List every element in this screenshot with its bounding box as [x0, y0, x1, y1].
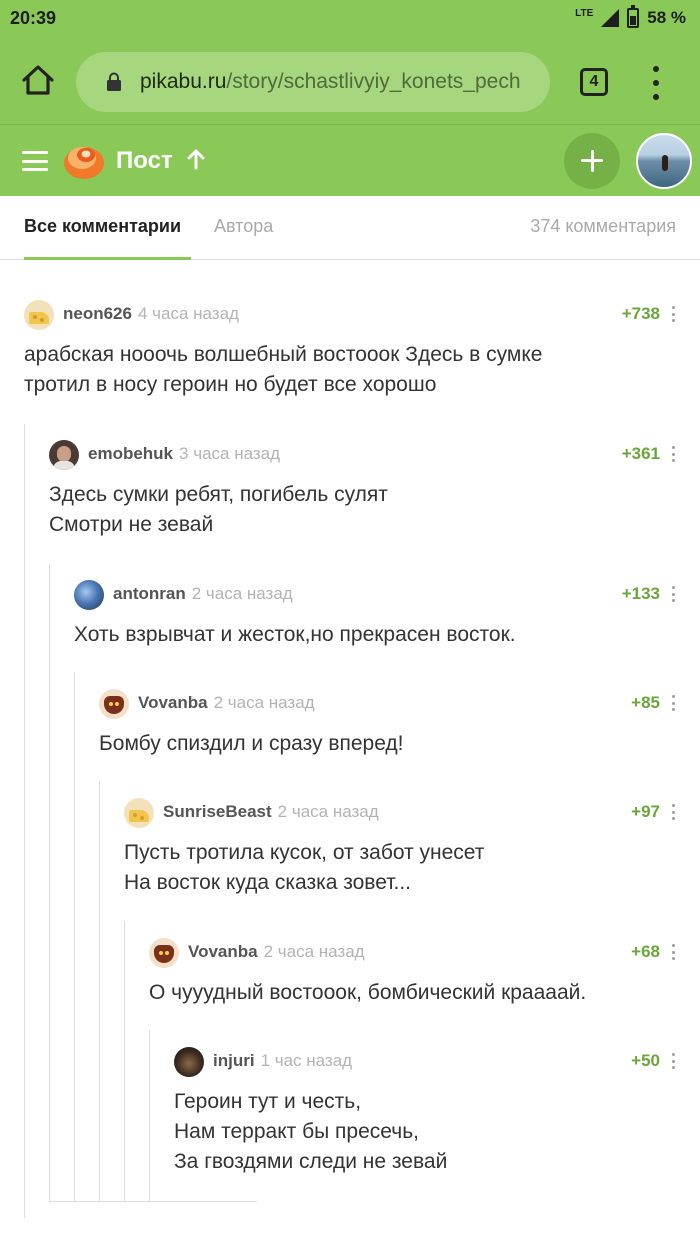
comment-rating: +738 [621, 304, 660, 323]
comment-avatar[interactable] [49, 440, 79, 470]
more-vertical-icon[interactable] [650, 66, 662, 100]
comment: neon626 4 часа назад +738 арабская нооочь… [24, 300, 676, 396]
url-domain: pikabu.ru [140, 70, 227, 93]
network-type: LTE [575, 7, 594, 19]
comment-time: 3 часа назад [179, 444, 281, 463]
comment-text: О чууудный востооок, бомбический краааай… [149, 981, 587, 1004]
thread-line [149, 1030, 150, 1202]
comment-text: арабская нооочь волшебный востооок Здесь… [24, 343, 543, 396]
comment-rating: +50 [631, 1051, 660, 1070]
address-bar[interactable]: pikabu.ru/story/schastlivyiy_konets_pech [76, 52, 550, 112]
comment-author[interactable]: SunriseBeast 2 часа назад [163, 802, 379, 822]
comment-avatar[interactable] [24, 300, 54, 330]
status-time: 20:39 [10, 8, 57, 28]
comment-menu-icon[interactable] [672, 446, 676, 462]
comment-menu-icon[interactable] [672, 586, 676, 602]
pikabu-logo-icon[interactable] [62, 139, 106, 181]
comment: antonran 2 часа назад +133 Хоть взрывчат … [74, 580, 676, 646]
comment-text: Пусть тротила кусок, от забот унесет На … [124, 841, 485, 894]
active-tab-indicator [24, 257, 191, 260]
comment-time: 2 часа назад [191, 584, 293, 603]
comment-avatar[interactable] [99, 689, 129, 719]
browser-toolbar: pikabu.ru/story/schastlivyiy_konets_pech… [0, 40, 700, 124]
comment-author[interactable]: antonran 2 часа назад [113, 584, 293, 604]
comment-avatar[interactable] [124, 798, 154, 828]
comment: emobehuk 3 часа назад +361 Здесь сумки ре… [49, 440, 676, 536]
add-post-button[interactable] [564, 133, 620, 189]
thread-line [49, 564, 50, 1202]
app-header: Пост [0, 124, 700, 196]
tab-author-comments[interactable]: Автора [214, 216, 273, 237]
comment: Vovanba 2 часа назад +68 О чууудный восто… [149, 938, 676, 1004]
comment-rating: +361 [621, 444, 660, 463]
comment-rating: +97 [631, 802, 660, 821]
hamburger-menu-icon[interactable] [22, 151, 48, 171]
comment-author[interactable]: injuri 1 час назад [213, 1051, 352, 1071]
comment-rating: +133 [621, 584, 660, 603]
thread-line [124, 921, 125, 1202]
comment-avatar[interactable] [149, 938, 179, 968]
comment-menu-icon[interactable] [672, 306, 676, 322]
comment-menu-icon[interactable] [672, 1053, 676, 1069]
home-icon[interactable] [20, 62, 56, 98]
comment-menu-icon[interactable] [672, 804, 676, 820]
user-avatar[interactable] [636, 133, 692, 189]
comments-count: 374 комментария [530, 216, 676, 236]
comment: SunriseBeast 2 часа назад +97 Пусть троти… [124, 798, 676, 894]
comment-rating: +68 [631, 942, 660, 961]
url-path: /story/schastlivyiy_konets_pech [226, 70, 521, 93]
comment-avatar[interactable] [174, 1047, 204, 1077]
lock-icon [107, 72, 121, 91]
comment-time: 4 часа назад [137, 304, 239, 323]
thread-line [74, 672, 75, 1202]
url-text: pikabu.ru/story/schastlivyiy_konets_pech [140, 70, 540, 94]
comment-author[interactable]: emobehuk 3 часа назад [88, 444, 280, 464]
thread-end-line [49, 1201, 257, 1202]
battery-level: 58 % [647, 8, 686, 27]
battery-icon [627, 5, 640, 28]
comment-text: Здесь сумки ребят, погибель сулят Смотри… [49, 483, 388, 536]
arrow-up-icon[interactable] [186, 147, 206, 171]
comment-rating: +85 [631, 693, 660, 712]
comment-text: Бомбу спиздил и сразу вперед! [99, 732, 404, 755]
tab-all-comments[interactable]: Все комментарии [24, 216, 181, 237]
comment: injuri 1 час назад +50 Героин тут и честь… [174, 1047, 676, 1173]
comment-text: Героин тут и честь, Нам терракт бы пресе… [174, 1090, 448, 1173]
comment-time: 2 часа назад [277, 802, 379, 821]
tab-switcher-button[interactable]: 4 [580, 68, 608, 96]
comment-avatar[interactable] [74, 580, 104, 610]
comments-tabs: Все комментарии Автора 374 комментария [0, 196, 700, 260]
comment: Vovanba 2 часа назад +85 Бомбу спиздил и … [99, 689, 676, 755]
signal-icon [601, 9, 620, 27]
comment-text: Хоть взрывчат и жесток,но прекрасен вост… [74, 623, 516, 646]
comment-time: 2 часа назад [263, 942, 365, 961]
comment-author[interactable]: Vovanba 2 часа назад [188, 942, 365, 962]
page-title: Пост [116, 147, 173, 174]
status-bar: 20:39 LTE 58 % [0, 0, 700, 40]
comment-time: 1 час назад [260, 1051, 353, 1070]
comment-author[interactable]: Vovanba 2 часа назад [138, 693, 315, 713]
comment-menu-icon[interactable] [672, 944, 676, 960]
comment-menu-icon[interactable] [672, 695, 676, 711]
thread-line [24, 424, 25, 1218]
comment-time: 2 часа назад [213, 693, 315, 712]
status-indicators: LTE 58 % [575, 5, 686, 28]
thread-line [99, 781, 100, 1202]
comment-author[interactable]: neon626 4 часа назад [63, 304, 239, 324]
